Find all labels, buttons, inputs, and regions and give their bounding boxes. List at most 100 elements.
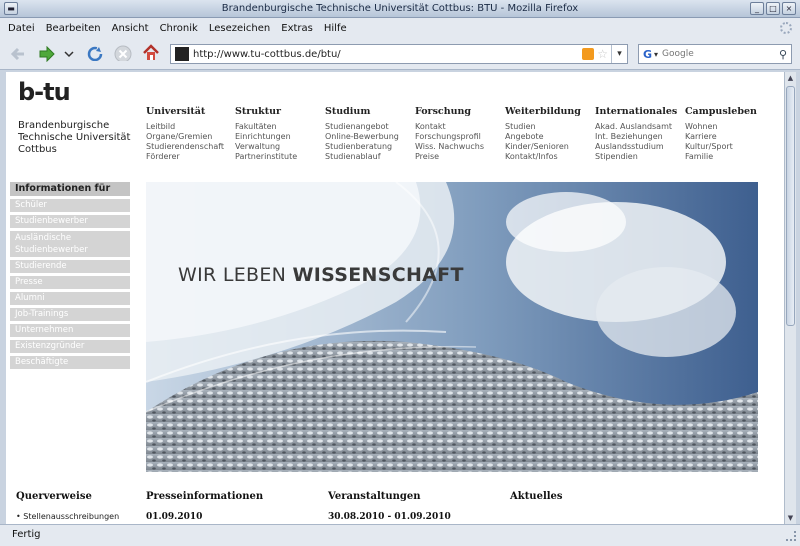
menu-extras[interactable]: Extras [281, 23, 313, 34]
nav-heading[interactable]: Weiterbildung [505, 106, 597, 117]
back-icon[interactable] [10, 46, 26, 62]
maximize-icon[interactable]: □ [766, 2, 780, 15]
nav-link[interactable]: Kontakt [415, 122, 507, 132]
nav-link[interactable]: Int. Beziehungen [595, 132, 687, 142]
scroll-down-icon[interactable]: ▼ [785, 512, 796, 524]
minimize-icon[interactable]: _ [750, 2, 764, 15]
nav-link[interactable]: Akad. Auslandsamt [595, 122, 687, 132]
forward-icon[interactable] [38, 46, 56, 62]
nav-link[interactable]: Online-Bewerbung [325, 132, 417, 142]
nav-link[interactable]: Organe/Gremien [146, 132, 238, 142]
nav-link[interactable]: Studienablauf [325, 152, 417, 162]
nav-link[interactable]: Kinder/Senioren [505, 142, 597, 152]
nav-link[interactable]: Studien [505, 122, 597, 132]
nav-col-internationales: Internationales Akad. Auslandsamt Int. B… [595, 106, 687, 162]
bookmark-star-icon[interactable]: ☆ [597, 47, 608, 61]
hero-image [146, 182, 758, 472]
scroll-up-icon[interactable]: ▲ [785, 72, 796, 84]
address-bar: ☆ ▾ [170, 44, 628, 64]
home-icon[interactable] [142, 44, 160, 60]
nav-link[interactable]: Leitbild [146, 122, 238, 132]
nav-heading[interactable]: Struktur [235, 106, 327, 117]
sidebar-item-job-trainings[interactable]: Job-Trainings [10, 308, 130, 321]
nav-link[interactable]: Studienangebot [325, 122, 417, 132]
menu-hilfe[interactable]: Hilfe [324, 23, 347, 34]
btu-logo[interactable]: b-tu [18, 80, 71, 104]
nav-link[interactable]: Verwaltung [235, 142, 327, 152]
menu-lesezeichen[interactable]: Lesezeichen [209, 23, 270, 34]
sidebar-item-auslaendische-studienbewerber[interactable]: Ausländische Studienbewerber [10, 231, 130, 257]
nav-col-forschung: Forschung Kontakt Forschungsprofil Wiss.… [415, 106, 507, 162]
search-input[interactable] [662, 49, 779, 59]
logo-line: Technische Universität [18, 132, 131, 143]
url-dropdown-icon[interactable]: ▾ [611, 45, 627, 63]
querverweise-heading: Querverweise [16, 491, 92, 502]
nav-link[interactable]: Förderer [146, 152, 238, 162]
close-icon[interactable]: × [782, 2, 796, 15]
menu-bar: Datei Bearbeiten Ansicht Chronik Lesezei… [0, 18, 800, 38]
nav-link[interactable]: Preise [415, 152, 507, 162]
engine-dropdown-icon[interactable]: ▾ [654, 50, 658, 59]
sidebar-item-existenzgruender[interactable]: Existenzgründer [10, 340, 130, 353]
nav-col-universitaet: Universität Leitbild Organe/Gremien Stud… [146, 106, 238, 162]
scrollbar-thumb[interactable] [786, 86, 795, 326]
nav-link[interactable]: Partnerinstitute [235, 152, 327, 162]
search-engine-icon[interactable]: G [643, 48, 652, 61]
menu-bearbeiten[interactable]: Bearbeiten [46, 23, 101, 34]
resize-grip-icon[interactable] [786, 531, 796, 541]
nav-heading[interactable]: Studium [325, 106, 417, 117]
window-menu-icon[interactable]: ▬ [4, 2, 18, 15]
nav-link[interactable]: Familie [685, 152, 777, 162]
nav-link[interactable]: Karriere [685, 132, 777, 142]
status-bar: Fertig [0, 524, 800, 546]
history-dropdown-icon[interactable] [64, 48, 74, 64]
reload-icon[interactable] [86, 45, 104, 61]
nav-link[interactable]: Wohnen [685, 122, 777, 132]
nav-link[interactable]: Stipendien [595, 152, 687, 162]
nav-link[interactable]: Studierendenschaft [146, 142, 238, 152]
nav-heading[interactable]: Forschung [415, 106, 507, 117]
sidebar-item-studierende[interactable]: Studierende [10, 260, 130, 273]
sidebar-item-studienbewerber[interactable]: Studienbewerber [10, 215, 130, 228]
nav-col-struktur: Struktur Fakultäten Einrichtungen Verwal… [235, 106, 327, 162]
nav-link[interactable]: Fakultäten [235, 122, 327, 132]
sidebar-item-alumni[interactable]: Alumni [10, 292, 130, 305]
presse-date: 01.09.2010 [146, 512, 203, 522]
nav-link[interactable]: Kontakt/Infos [505, 152, 597, 162]
status-text: Fertig [12, 529, 41, 540]
nav-link[interactable]: Kultur/Sport [685, 142, 777, 152]
sidebar-item-beschaeftigte[interactable]: Beschäftigte [10, 356, 130, 369]
nav-link[interactable]: Studienberatung [325, 142, 417, 152]
stellenausschreibungen-link[interactable]: • Stellenausschreibungen [16, 512, 119, 521]
url-input[interactable] [193, 48, 583, 60]
stop-icon[interactable] [114, 45, 132, 61]
menu-ansicht[interactable]: Ansicht [112, 23, 149, 34]
nav-link[interactable]: Einrichtungen [235, 132, 327, 142]
rss-feed-icon[interactable] [582, 48, 595, 60]
search-icon[interactable]: ⚲ [779, 48, 787, 61]
sidebar-item-schueler[interactable]: Schüler [10, 199, 130, 212]
page-viewport: b-tu Brandenburgische Technische Univers… [6, 72, 784, 524]
presseinformationen-heading[interactable]: Presseinformationen [146, 491, 263, 502]
sidebar-item-presse[interactable]: Presse [10, 276, 130, 289]
nav-link[interactable]: Auslandsstudium [595, 142, 687, 152]
hero-banner[interactable]: WIR LEBEN WISSENSCHAFT [146, 182, 758, 472]
audience-sidebar: Informationen für Schüler Studienbewerbe… [10, 182, 130, 372]
sidebar-item-unternehmen[interactable]: Unternehmen [10, 324, 130, 337]
site-favicon-icon [175, 47, 189, 61]
vertical-scrollbar[interactable]: ▲ ▼ [784, 72, 796, 524]
veranstaltungen-heading[interactable]: Veranstaltungen [328, 491, 421, 502]
aktuelles-heading[interactable]: Aktuelles [510, 491, 563, 502]
menu-chronik[interactable]: Chronik [160, 23, 198, 34]
nav-col-campusleben: Campusleben Wohnen Karriere Kultur/Sport… [685, 106, 777, 162]
search-bar: G ▾ ⚲ [638, 44, 792, 64]
nav-heading[interactable]: Universität [146, 106, 238, 117]
nav-link[interactable]: Forschungsprofil [415, 132, 507, 142]
hero-slogan-light: WIR LEBEN [178, 264, 293, 286]
menu-datei[interactable]: Datei [8, 23, 35, 34]
nav-heading[interactable]: Internationales [595, 106, 687, 117]
nav-heading[interactable]: Campusleben [685, 106, 777, 117]
nav-link[interactable]: Angebote [505, 132, 597, 142]
logo-line: Cottbus [18, 144, 57, 155]
nav-link[interactable]: Wiss. Nachwuchs [415, 142, 507, 152]
